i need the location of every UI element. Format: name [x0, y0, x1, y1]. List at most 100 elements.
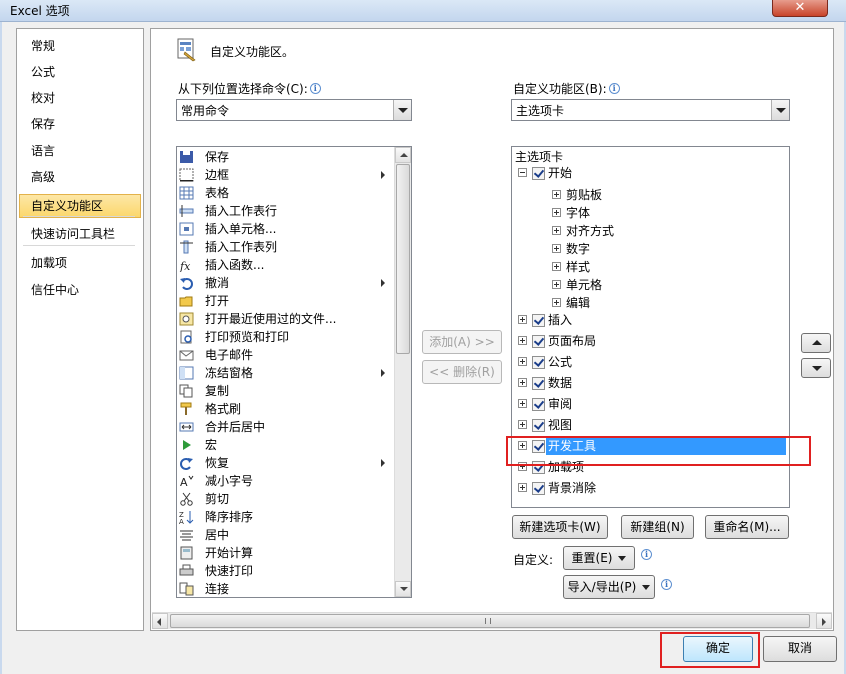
add-button[interactable]: 添加(A) >>: [422, 330, 502, 354]
scroll-thumb[interactable]: [396, 164, 410, 354]
list-item[interactable]: 恢复: [179, 454, 389, 472]
remove-button[interactable]: << 删除(R): [422, 360, 502, 384]
tab-checkbox[interactable]: [532, 377, 545, 390]
ribbon-tab-item[interactable]: 审阅: [512, 395, 788, 413]
list-item[interactable]: 表格: [179, 184, 389, 202]
nav-item[interactable]: 自定义功能区: [19, 194, 141, 218]
ribbon-group-item[interactable]: 对齐方式: [512, 222, 788, 240]
ribbon-tab-item[interactable]: 公式: [512, 353, 788, 371]
nav-item[interactable]: 保存: [19, 112, 141, 136]
ribbon-tab-item[interactable]: 插入: [512, 311, 788, 329]
list-item[interactable]: 宏: [179, 436, 389, 454]
customize-ribbon-combo[interactable]: 主选项卡: [511, 99, 790, 121]
nav-item[interactable]: 快速访问工具栏: [19, 222, 141, 246]
list-item[interactable]: fx 插入函数...: [179, 256, 389, 274]
expand-icon[interactable]: [518, 483, 527, 492]
list-item[interactable]: 格式刷: [179, 400, 389, 418]
scroll-right-button[interactable]: [816, 613, 832, 629]
horizontal-scrollbar[interactable]: [152, 612, 832, 629]
customize-ribbon-text: 自定义功能区(B):: [513, 82, 607, 96]
nav-item[interactable]: 语言: [19, 139, 141, 163]
scroll-up-button[interactable]: [395, 147, 411, 163]
commands-scrollbar[interactable]: [394, 147, 411, 597]
list-item[interactable]: 剪切: [179, 490, 389, 508]
list-item[interactable]: 连接: [179, 580, 389, 597]
nav-item[interactable]: 高级: [19, 165, 141, 189]
tab-checkbox[interactable]: [532, 335, 545, 348]
import-export-button[interactable]: 导入/导出(P): [563, 575, 655, 599]
new-group-button[interactable]: 新建组(N): [621, 515, 694, 539]
ribbon-group-item[interactable]: 样式: [512, 258, 788, 276]
list-item[interactable]: 冻结窗格: [179, 364, 389, 382]
list-item[interactable]: 打印预览和打印: [179, 328, 389, 346]
expand-icon[interactable]: [518, 336, 527, 345]
expand-icon[interactable]: [552, 298, 561, 307]
chevron-down-icon[interactable]: [393, 100, 411, 120]
list-item[interactable]: Z A 降序排序: [179, 508, 389, 526]
cancel-button[interactable]: 取消: [763, 636, 837, 662]
list-item[interactable]: 居中: [179, 526, 389, 544]
nav-item[interactable]: 常规: [19, 34, 141, 58]
list-item[interactable]: 开始计算: [179, 544, 389, 562]
list-item[interactable]: 插入单元格...: [179, 220, 389, 238]
list-item[interactable]: 插入工作表行: [179, 202, 389, 220]
move-up-button[interactable]: [801, 333, 831, 353]
expand-icon[interactable]: [518, 378, 527, 387]
list-item[interactable]: 快速打印: [179, 562, 389, 580]
list-item[interactable]: A 减小字号: [179, 472, 389, 490]
scroll-left-button[interactable]: [152, 613, 168, 629]
nav-item[interactable]: 信任中心: [19, 278, 141, 302]
ribbon-tab-item[interactable]: 数据: [512, 374, 788, 392]
list-item[interactable]: 打开最近使用过的文件...: [179, 310, 389, 328]
expand-icon[interactable]: [552, 280, 561, 289]
commands-list[interactable]: 保存 边框 表格 插入工作表行 插入单元格... 插入工作表列 fx 插入函数... 撤消 打开打…: [176, 146, 412, 598]
tab-checkbox[interactable]: [532, 482, 545, 495]
ribbon-group-item[interactable]: 编辑: [512, 294, 788, 312]
list-item[interactable]: 插入工作表列: [179, 238, 389, 256]
tab-checkbox[interactable]: [532, 356, 545, 369]
expand-icon[interactable]: [552, 262, 561, 271]
expand-icon[interactable]: [552, 244, 561, 253]
ribbon-tab-item[interactable]: 背景消除: [512, 479, 788, 497]
expand-icon[interactable]: [518, 420, 527, 429]
choose-commands-combo[interactable]: 常用命令: [176, 99, 412, 121]
list-item[interactable]: 合并后居中: [179, 418, 389, 436]
expand-icon[interactable]: [518, 357, 527, 366]
ribbon-tab-item[interactable]: 页面布局: [512, 332, 788, 350]
move-down-button[interactable]: [801, 358, 831, 378]
expand-icon[interactable]: [552, 226, 561, 235]
nav-item[interactable]: 公式: [19, 60, 141, 84]
list-item[interactable]: 复制: [179, 382, 389, 400]
collapse-icon[interactable]: [518, 168, 527, 177]
expand-icon[interactable]: [518, 315, 527, 324]
ribbon-group-item[interactable]: 数字: [512, 240, 788, 258]
reset-button[interactable]: 重置(E): [563, 546, 635, 570]
ribbon-group-item[interactable]: 剪贴板: [512, 186, 788, 204]
tab-checkbox[interactable]: [532, 167, 545, 180]
close-button[interactable]: ✕: [772, 0, 828, 17]
ribbon-tab-item[interactable]: 开始: [512, 164, 788, 182]
scroll-down-button[interactable]: [395, 581, 411, 597]
ribbon-tab-item[interactable]: 视图: [512, 416, 788, 434]
nav-item[interactable]: 加载项: [19, 251, 141, 275]
expand-icon[interactable]: [552, 190, 561, 199]
chevron-down-icon[interactable]: [771, 100, 789, 120]
nav-item[interactable]: 校对: [19, 86, 141, 110]
expand-icon[interactable]: [518, 399, 527, 408]
hscroll-thumb[interactable]: [170, 614, 810, 628]
expand-icon[interactable]: [552, 208, 561, 217]
ribbon-group-item[interactable]: 字体: [512, 204, 788, 222]
tab-checkbox[interactable]: [532, 314, 545, 327]
list-item[interactable]: 保存: [179, 148, 389, 166]
tab-checkbox[interactable]: [532, 419, 545, 432]
list-item[interactable]: 撤消: [179, 274, 389, 292]
ribbon-group-item[interactable]: 单元格: [512, 276, 788, 294]
sort-desc-icon: ZA: [179, 510, 194, 526]
tab-checkbox[interactable]: [532, 398, 545, 411]
list-item[interactable]: 电子邮件: [179, 346, 389, 364]
new-tab-button[interactable]: 新建选项卡(W): [512, 515, 608, 539]
list-item[interactable]: 打开: [179, 292, 389, 310]
email-icon: [179, 348, 194, 362]
rename-button[interactable]: 重命名(M)...: [705, 515, 789, 539]
list-item[interactable]: 边框: [179, 166, 389, 184]
